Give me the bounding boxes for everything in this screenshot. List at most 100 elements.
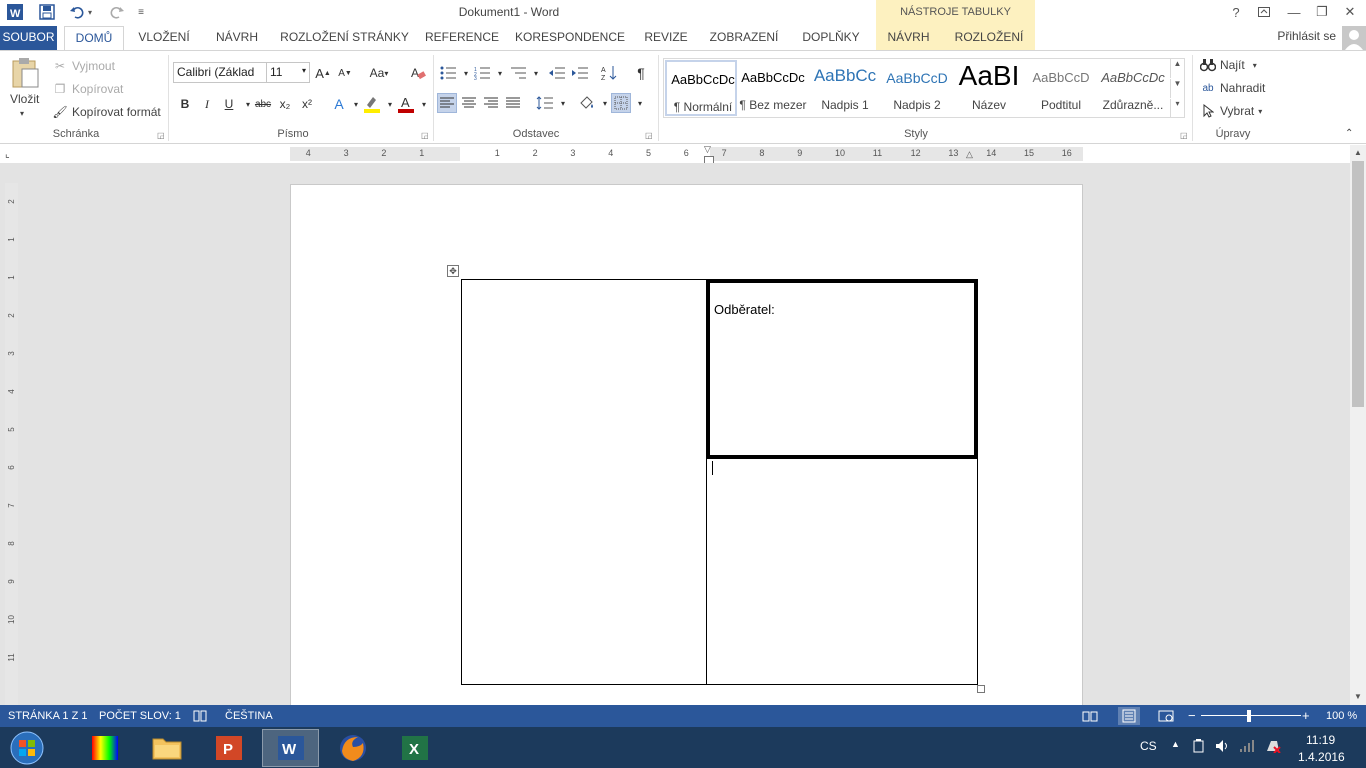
tab-table-layout[interactable]: ROZLOŽENÍ — [948, 26, 1030, 50]
zoom-slider-thumb[interactable] — [1247, 710, 1251, 722]
shading-icon[interactable] — [577, 93, 597, 113]
change-case-button[interactable]: Aa ▾ — [365, 63, 393, 83]
web-layout-icon[interactable] — [1158, 710, 1174, 725]
style-heading-2[interactable]: AaBbCcD Nadpis 2 — [881, 60, 953, 116]
sort-icon[interactable]: AZ — [600, 63, 620, 83]
select-button[interactable]: Vybrat ▾ — [1200, 103, 1262, 119]
collapse-ribbon-icon[interactable]: ⌃ — [1345, 128, 1353, 139]
paragraph-launcher-icon[interactable]: ◲ — [645, 131, 654, 140]
show-hidden-icons-icon[interactable]: ▲ — [1171, 739, 1180, 749]
start-button[interactable] — [0, 729, 54, 767]
grow-font-icon[interactable]: A ▲ — [313, 63, 333, 83]
action-center-icon[interactable] — [1265, 739, 1281, 756]
highlight-icon[interactable] — [362, 94, 382, 114]
line-spacing-dropdown-icon[interactable]: ▾ — [553, 93, 573, 113]
style-subtitle[interactable]: AaBbCcD Podtitul — [1025, 60, 1097, 116]
proofing-icon[interactable] — [193, 710, 207, 725]
numbering-icon[interactable]: 123 — [472, 63, 492, 83]
show-formatting-marks-button[interactable]: ¶ — [631, 63, 651, 83]
table-cell-customer[interactable]: Odběratel: — [706, 279, 978, 459]
zoom-in-button[interactable]: + — [1302, 708, 1310, 723]
gallery-scroll-up-icon[interactable]: ▲ — [1170, 59, 1184, 78]
shrink-font-icon[interactable]: A ▼ — [335, 63, 355, 83]
gallery-more-icon[interactable]: ▾ — [1170, 99, 1184, 118]
clear-formatting-icon[interactable]: A — [408, 63, 428, 83]
zoom-out-button[interactable]: − — [1188, 708, 1196, 723]
minimize-button[interactable]: — — [1280, 0, 1308, 24]
zoom-level[interactable]: 100 % — [1326, 710, 1357, 722]
align-center-icon[interactable] — [459, 93, 479, 113]
avatar[interactable] — [1342, 26, 1366, 50]
vertical-scrollbar[interactable]: ▲ ▼ — [1350, 145, 1366, 705]
battery-icon[interactable] — [1192, 739, 1206, 756]
tab-references[interactable]: REFERENCE — [422, 26, 502, 50]
scroll-up-icon[interactable]: ▲ — [1350, 145, 1366, 161]
style-normal[interactable]: AaBbCcDc ¶ Normální — [665, 60, 737, 116]
paste-dropdown-icon[interactable]: ▾ — [20, 109, 24, 118]
superscript-button[interactable]: x² — [297, 94, 317, 114]
zoom-slider[interactable] — [1201, 715, 1301, 716]
tab-table-design[interactable]: NÁVRH — [876, 26, 941, 50]
style-subtle-emphasis[interactable]: AaBbCcDc Zdůrazně... — [1097, 60, 1169, 116]
scrollbar-thumb[interactable] — [1352, 161, 1364, 407]
clock-date[interactable]: 1.4.2016 — [1298, 750, 1345, 764]
find-button[interactable]: Najít ▾ — [1200, 57, 1257, 73]
subscript-button[interactable]: x₂ — [275, 94, 295, 114]
close-button[interactable]: ✕ — [1336, 0, 1364, 24]
network-icon[interactable] — [1239, 739, 1255, 756]
table[interactable]: Odběratel: — [461, 279, 978, 685]
tab-addins[interactable]: DOPLŇKY — [795, 26, 867, 50]
strikethrough-button[interactable]: abc — [252, 94, 274, 114]
file-explorer-icon[interactable] — [138, 729, 195, 767]
line-spacing-icon[interactable] — [535, 93, 555, 113]
language-indicator[interactable]: ČEŠTINA — [225, 710, 273, 722]
tab-file[interactable]: SOUBOR — [0, 26, 57, 50]
scroll-down-icon[interactable]: ▼ — [1350, 689, 1366, 705]
replace-button[interactable]: ab Nahradit — [1200, 80, 1265, 96]
bullets-icon[interactable] — [438, 63, 458, 83]
vertical-ruler[interactable]: 2 1 1 2 3 4 5 6 7 8 9 10 11 — [5, 183, 18, 705]
align-left-icon[interactable] — [437, 93, 457, 113]
table-cell[interactable] — [706, 457, 978, 685]
style-heading-1[interactable]: AaBbCc Nadpis 1 — [809, 60, 881, 116]
borders-icon[interactable] — [611, 93, 631, 113]
ribbon-display-options-icon[interactable] — [1250, 0, 1278, 24]
justify-icon[interactable] — [503, 93, 523, 113]
help-button[interactable]: ? — [1222, 0, 1250, 24]
print-layout-icon[interactable] — [1118, 707, 1140, 725]
increase-indent-icon[interactable] — [570, 63, 590, 83]
align-right-icon[interactable] — [481, 93, 501, 113]
numbering-dropdown-icon[interactable]: ▾ — [490, 63, 510, 83]
right-indent-icon[interactable]: △ — [966, 149, 976, 159]
tab-mailings[interactable]: KORESPONDENCE — [512, 26, 628, 50]
tab-view[interactable]: ZOBRAZENÍ — [703, 26, 785, 50]
input-language[interactable]: CS — [1140, 739, 1157, 753]
table-cell[interactable] — [461, 279, 707, 685]
table-resize-handle-icon[interactable] — [977, 685, 985, 693]
font-launcher-icon[interactable]: ◲ — [421, 131, 430, 140]
underline-button[interactable]: U — [219, 94, 239, 114]
tab-insert[interactable]: VLOŽENÍ — [133, 26, 195, 50]
read-mode-icon[interactable] — [1082, 710, 1098, 725]
bold-button[interactable]: B — [175, 94, 195, 114]
table-move-handle-icon[interactable]: ✥ — [447, 265, 459, 277]
tab-layout[interactable]: ROZLOŽENÍ STRÁNKY — [277, 26, 412, 50]
firefox-icon[interactable] — [324, 729, 381, 767]
multilevel-dropdown-icon[interactable]: ▾ — [526, 63, 546, 83]
cut-button[interactable]: ✂ Vyjmout — [52, 58, 115, 74]
powerpoint-icon[interactable]: P — [200, 729, 257, 767]
horizontal-ruler[interactable]: 4 3 2 1 1 2 3 4 5 6 7 8 9 10 11 12 13 14 15 16 ▽ △ — [290, 144, 1083, 164]
font-color-dropdown-icon[interactable]: ▾ — [414, 94, 434, 114]
word-count[interactable]: POČET SLOV: 1 — [99, 710, 181, 722]
clock-time[interactable]: 11:19 — [1306, 733, 1335, 747]
paste-label[interactable]: Vložit — [10, 92, 39, 106]
gallery-scroll-down-icon[interactable]: ▼ — [1170, 79, 1184, 98]
italic-button[interactable]: I — [197, 94, 217, 114]
styles-launcher-icon[interactable]: ◲ — [1180, 131, 1189, 140]
tab-selector-icon[interactable]: ⌞ — [5, 149, 17, 161]
first-line-indent-icon[interactable]: ▽ — [704, 144, 714, 154]
clipboard-launcher-icon[interactable]: ◲ — [157, 131, 166, 140]
word-taskbar-icon[interactable]: W — [262, 729, 319, 767]
font-name-combo[interactable]: Calibri (Základ — [173, 62, 267, 83]
tab-review[interactable]: REVIZE — [639, 26, 693, 50]
